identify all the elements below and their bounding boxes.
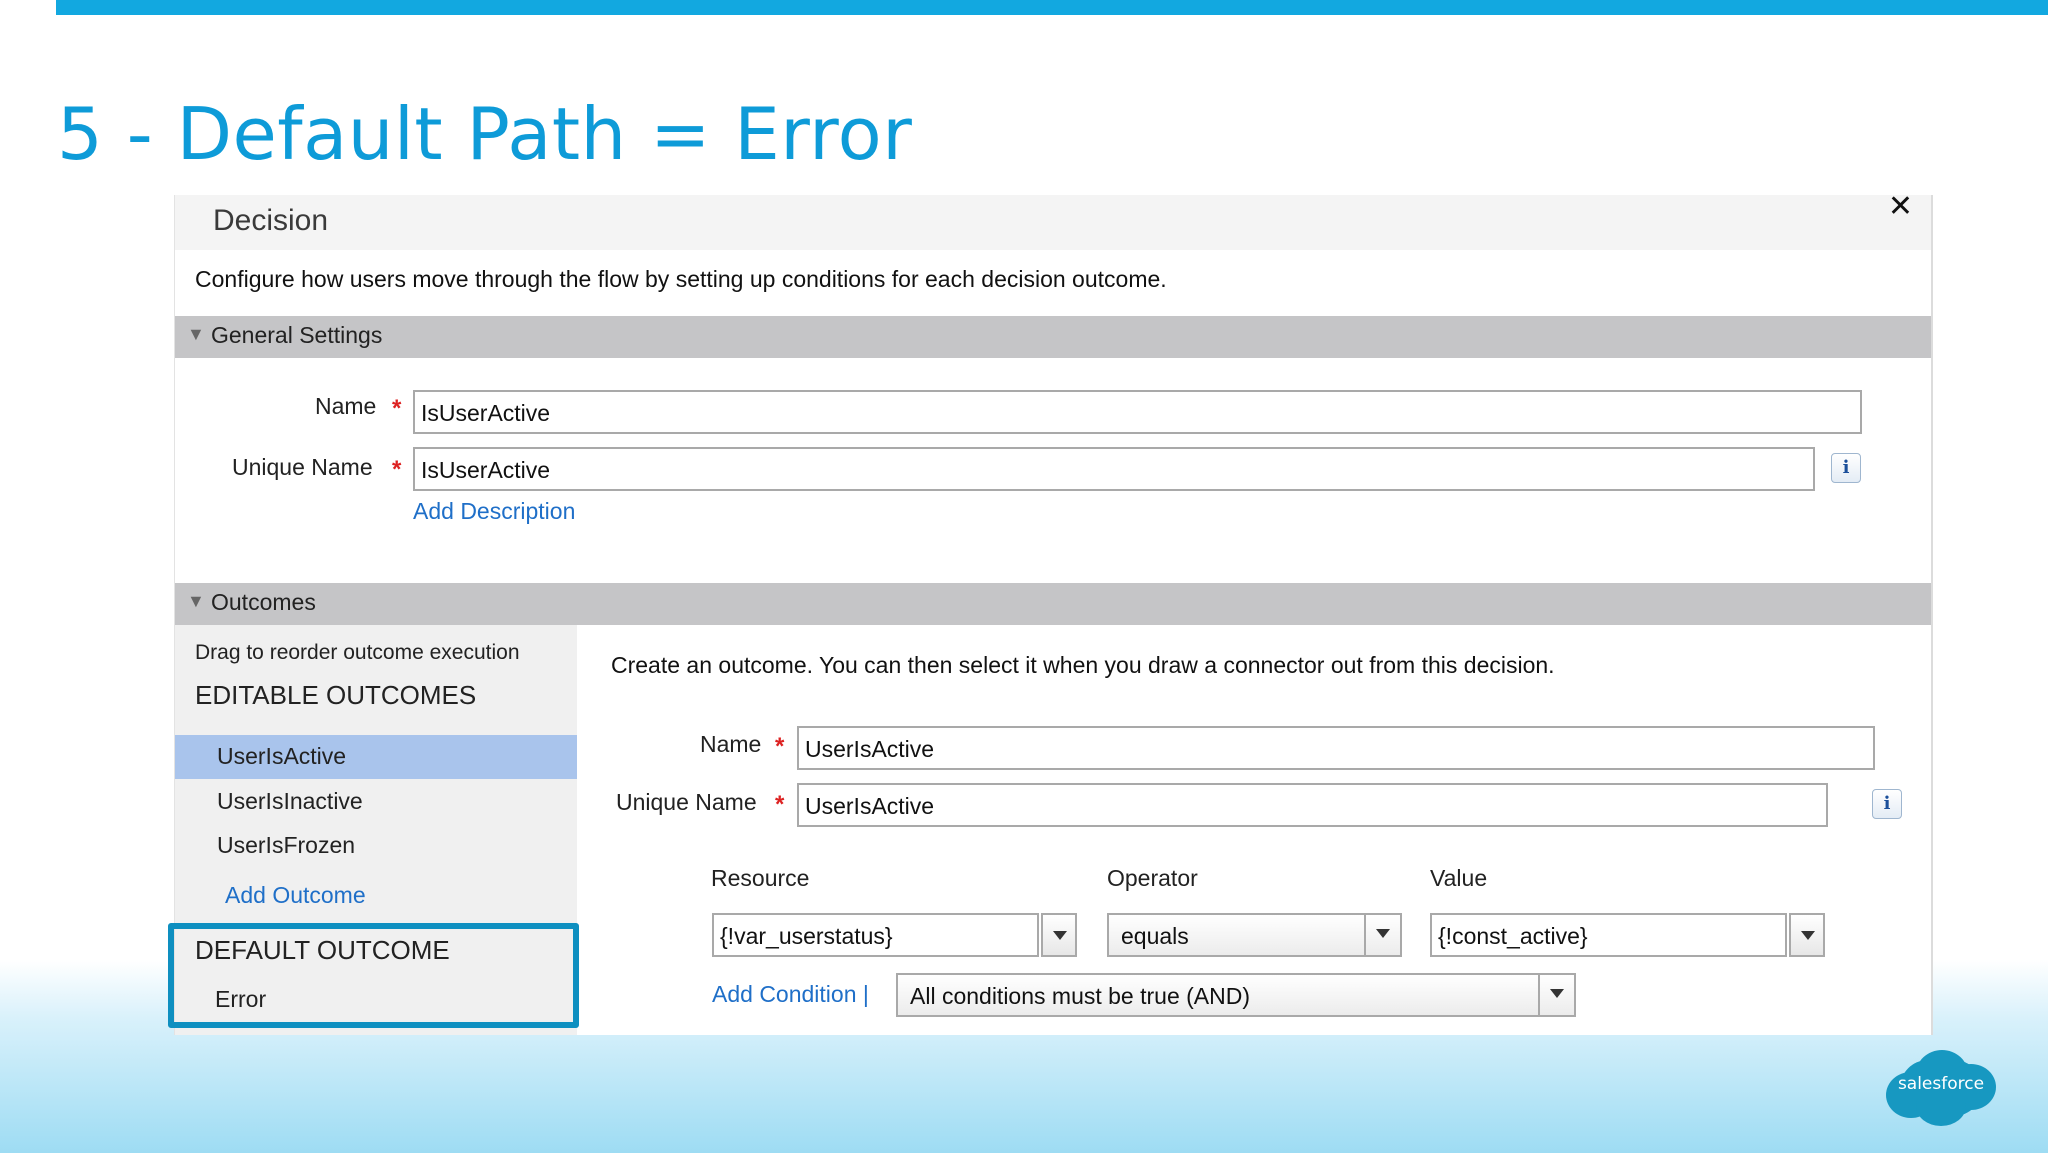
operator-column-heading: Operator bbox=[1107, 865, 1198, 891]
name-field[interactable]: IsUserActive bbox=[413, 390, 1862, 434]
outcomes-label: Outcomes bbox=[211, 589, 316, 615]
general-settings-label: General Settings bbox=[211, 322, 383, 348]
outcome-name-field[interactable]: UserIsActive bbox=[797, 726, 1875, 770]
collapse-triangle-icon[interactable]: ▼ bbox=[187, 324, 205, 345]
add-description-link[interactable]: Add Description bbox=[413, 498, 575, 525]
add-condition-link[interactable]: Add Condition | bbox=[712, 981, 869, 1008]
outcome-item-userisactive[interactable]: UserIsActive bbox=[175, 735, 577, 779]
outcome-unique-name-field[interactable]: UserIsActive bbox=[797, 783, 1828, 827]
add-outcome-link[interactable]: Add Outcome bbox=[225, 882, 366, 909]
outcome-unique-name-label: Unique Name bbox=[616, 789, 757, 815]
drag-hint: Drag to reorder outcome execution bbox=[195, 641, 520, 664]
dialog-description: Configure how users move through the flo… bbox=[195, 266, 1167, 292]
unique-name-field[interactable]: IsUserActive bbox=[413, 447, 1815, 491]
value-field[interactable]: {!const_active} bbox=[1430, 913, 1787, 957]
collapse-triangle-icon[interactable]: ▼ bbox=[187, 591, 205, 612]
chevron-down-icon[interactable] bbox=[1364, 913, 1400, 957]
operator-select[interactable]: equals bbox=[1107, 913, 1402, 957]
dialog-header: Decision ✕ bbox=[175, 192, 1931, 250]
default-outcome-highlight bbox=[168, 923, 579, 1028]
operator-select-value: equals bbox=[1121, 923, 1189, 949]
resource-column-heading: Resource bbox=[711, 865, 810, 891]
outcome-name-label: Name bbox=[700, 731, 762, 757]
logo-text: salesforce bbox=[1897, 1074, 1985, 1094]
general-settings-section-header[interactable]: ▼ General Settings bbox=[175, 316, 1931, 358]
salesforce-logo: salesforce bbox=[1886, 1050, 1996, 1126]
required-asterisk: * bbox=[392, 395, 402, 422]
chevron-down-icon[interactable] bbox=[1041, 913, 1077, 957]
required-asterisk: * bbox=[775, 791, 785, 818]
close-icon[interactable]: ✕ bbox=[1888, 192, 1913, 222]
slide-title: 5 - Default Path = Error bbox=[57, 92, 913, 176]
top-accent-bar bbox=[56, 0, 2048, 15]
name-label: Name bbox=[315, 393, 377, 419]
chevron-down-icon[interactable] bbox=[1538, 973, 1574, 1017]
outcome-intro-text: Create an outcome. You can then select i… bbox=[611, 652, 1555, 678]
required-asterisk: * bbox=[775, 733, 785, 760]
resource-field[interactable]: {!var_userstatus} bbox=[712, 913, 1039, 957]
dialog-title: Decision bbox=[213, 204, 329, 237]
info-icon[interactable]: i bbox=[1872, 789, 1902, 819]
chevron-down-icon[interactable] bbox=[1789, 913, 1825, 957]
value-column-heading: Value bbox=[1430, 865, 1488, 891]
required-asterisk: * bbox=[392, 456, 402, 483]
unique-name-label: Unique Name bbox=[232, 454, 373, 480]
outcomes-section-header[interactable]: ▼ Outcomes bbox=[175, 583, 1931, 625]
condition-logic-select[interactable]: All conditions must be true (AND) bbox=[896, 973, 1576, 1017]
outcome-item-userisinactive[interactable]: UserIsInactive bbox=[175, 780, 577, 824]
outcome-item-userisfrozen[interactable]: UserIsFrozen bbox=[175, 824, 577, 868]
info-icon[interactable]: i bbox=[1831, 453, 1861, 483]
condition-logic-value: All conditions must be true (AND) bbox=[910, 983, 1251, 1009]
decision-dialog: Decision ✕ Configure how users move thro… bbox=[174, 192, 1933, 1035]
editable-outcomes-heading: EDITABLE OUTCOMES bbox=[195, 680, 477, 710]
